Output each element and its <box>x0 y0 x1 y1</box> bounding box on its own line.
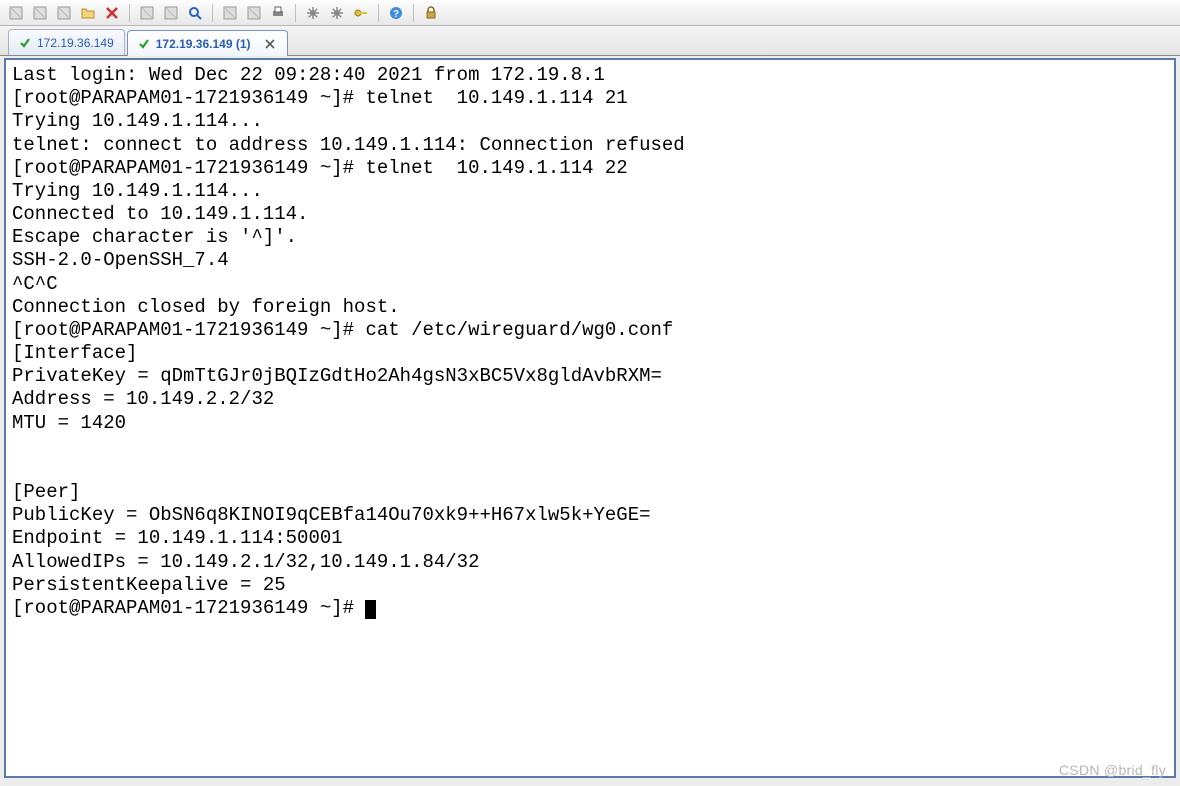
key-icon[interactable] <box>351 3 371 23</box>
terminal-line: [root@PARAPAM01-1721936149 ~]# telnet 10… <box>12 87 1168 110</box>
terminal-line: PublicKey = ObSN6q8KINOI9qCEBfa14Ou70xk9… <box>12 504 1168 527</box>
terminal-line: PrivateKey = qDmTtGJr0jBQIzGdtHo2Ah4gsN3… <box>12 365 1168 388</box>
tab-label: 172.19.36.149 (1) <box>156 37 251 51</box>
clipboard-icon[interactable] <box>54 3 74 23</box>
tab-bar: 172.19.36.149 172.19.36.149 (1) <box>0 26 1180 56</box>
toolbar-separator <box>413 4 414 22</box>
terminal-line: Trying 10.149.1.114... <box>12 180 1168 203</box>
terminal-line: ^C^C <box>12 273 1168 296</box>
terminal-line: [root@PARAPAM01-1721936149 ~]# cat /etc/… <box>12 319 1168 342</box>
tab-label: 172.19.36.149 <box>37 36 114 50</box>
terminal-line <box>12 458 1168 481</box>
terminal-line: Endpoint = 10.149.1.114:50001 <box>12 527 1168 550</box>
session-icon[interactable] <box>6 3 26 23</box>
terminal-line: [Interface] <box>12 342 1168 365</box>
terminal-line: Connected to 10.149.1.114. <box>12 203 1168 226</box>
folder-icon[interactable] <box>78 3 98 23</box>
terminal-prompt-line[interactable]: [root@PARAPAM01-1721936149 ~]# <box>12 597 1168 620</box>
terminal-cursor <box>365 600 376 619</box>
help-icon[interactable]: ? <box>386 3 406 23</box>
delete-icon[interactable] <box>102 3 122 23</box>
copy-icon[interactable] <box>137 3 157 23</box>
svg-text:?: ? <box>393 9 399 20</box>
terminal-line: telnet: connect to address 10.149.1.114:… <box>12 134 1168 157</box>
toolbar-separator <box>378 4 379 22</box>
terminal-line: [root@PARAPAM01-1721936149 ~]# telnet 10… <box>12 157 1168 180</box>
settings-icon[interactable] <box>303 3 323 23</box>
session-tab[interactable]: 172.19.36.149 (1) <box>127 30 288 56</box>
terminal-line: Trying 10.149.1.114... <box>12 110 1168 133</box>
terminal-line: AllowedIPs = 10.149.2.1/32,10.149.1.84/3… <box>12 551 1168 574</box>
paste-icon[interactable] <box>161 3 181 23</box>
session-tab[interactable]: 172.19.36.149 <box>8 29 125 55</box>
terminal-line: PersistentKeepalive = 25 <box>12 574 1168 597</box>
tools-icon[interactable] <box>327 3 347 23</box>
download-icon[interactable] <box>244 3 264 23</box>
toolbar-separator <box>295 4 296 22</box>
terminal-line: Escape character is '^]'. <box>12 226 1168 249</box>
link-icon[interactable] <box>30 3 50 23</box>
connected-check-icon <box>19 37 31 49</box>
toolbar-separator <box>129 4 130 22</box>
terminal-line: Last login: Wed Dec 22 09:28:40 2021 fro… <box>12 64 1168 87</box>
terminal-line: MTU = 1420 <box>12 412 1168 435</box>
tab-close-icon[interactable] <box>263 37 277 51</box>
terminal-line <box>12 435 1168 458</box>
lock-icon[interactable] <box>421 3 441 23</box>
toolbar-separator <box>212 4 213 22</box>
terminal-line: [Peer] <box>12 481 1168 504</box>
search-icon[interactable] <box>185 3 205 23</box>
terminal-output[interactable]: Last login: Wed Dec 22 09:28:40 2021 fro… <box>6 60 1174 624</box>
terminal-line: Address = 10.149.2.2/32 <box>12 388 1168 411</box>
terminal-panel[interactable]: Last login: Wed Dec 22 09:28:40 2021 fro… <box>4 58 1176 778</box>
terminal-prompt: [root@PARAPAM01-1721936149 ~]# <box>12 597 365 619</box>
upload-icon[interactable] <box>220 3 240 23</box>
terminal-line: SSH-2.0-OpenSSH_7.4 <box>12 249 1168 272</box>
toolbar: ? <box>0 0 1180 26</box>
connected-check-icon <box>138 38 150 50</box>
terminal-line: Connection closed by foreign host. <box>12 296 1168 319</box>
print-icon[interactable] <box>268 3 288 23</box>
